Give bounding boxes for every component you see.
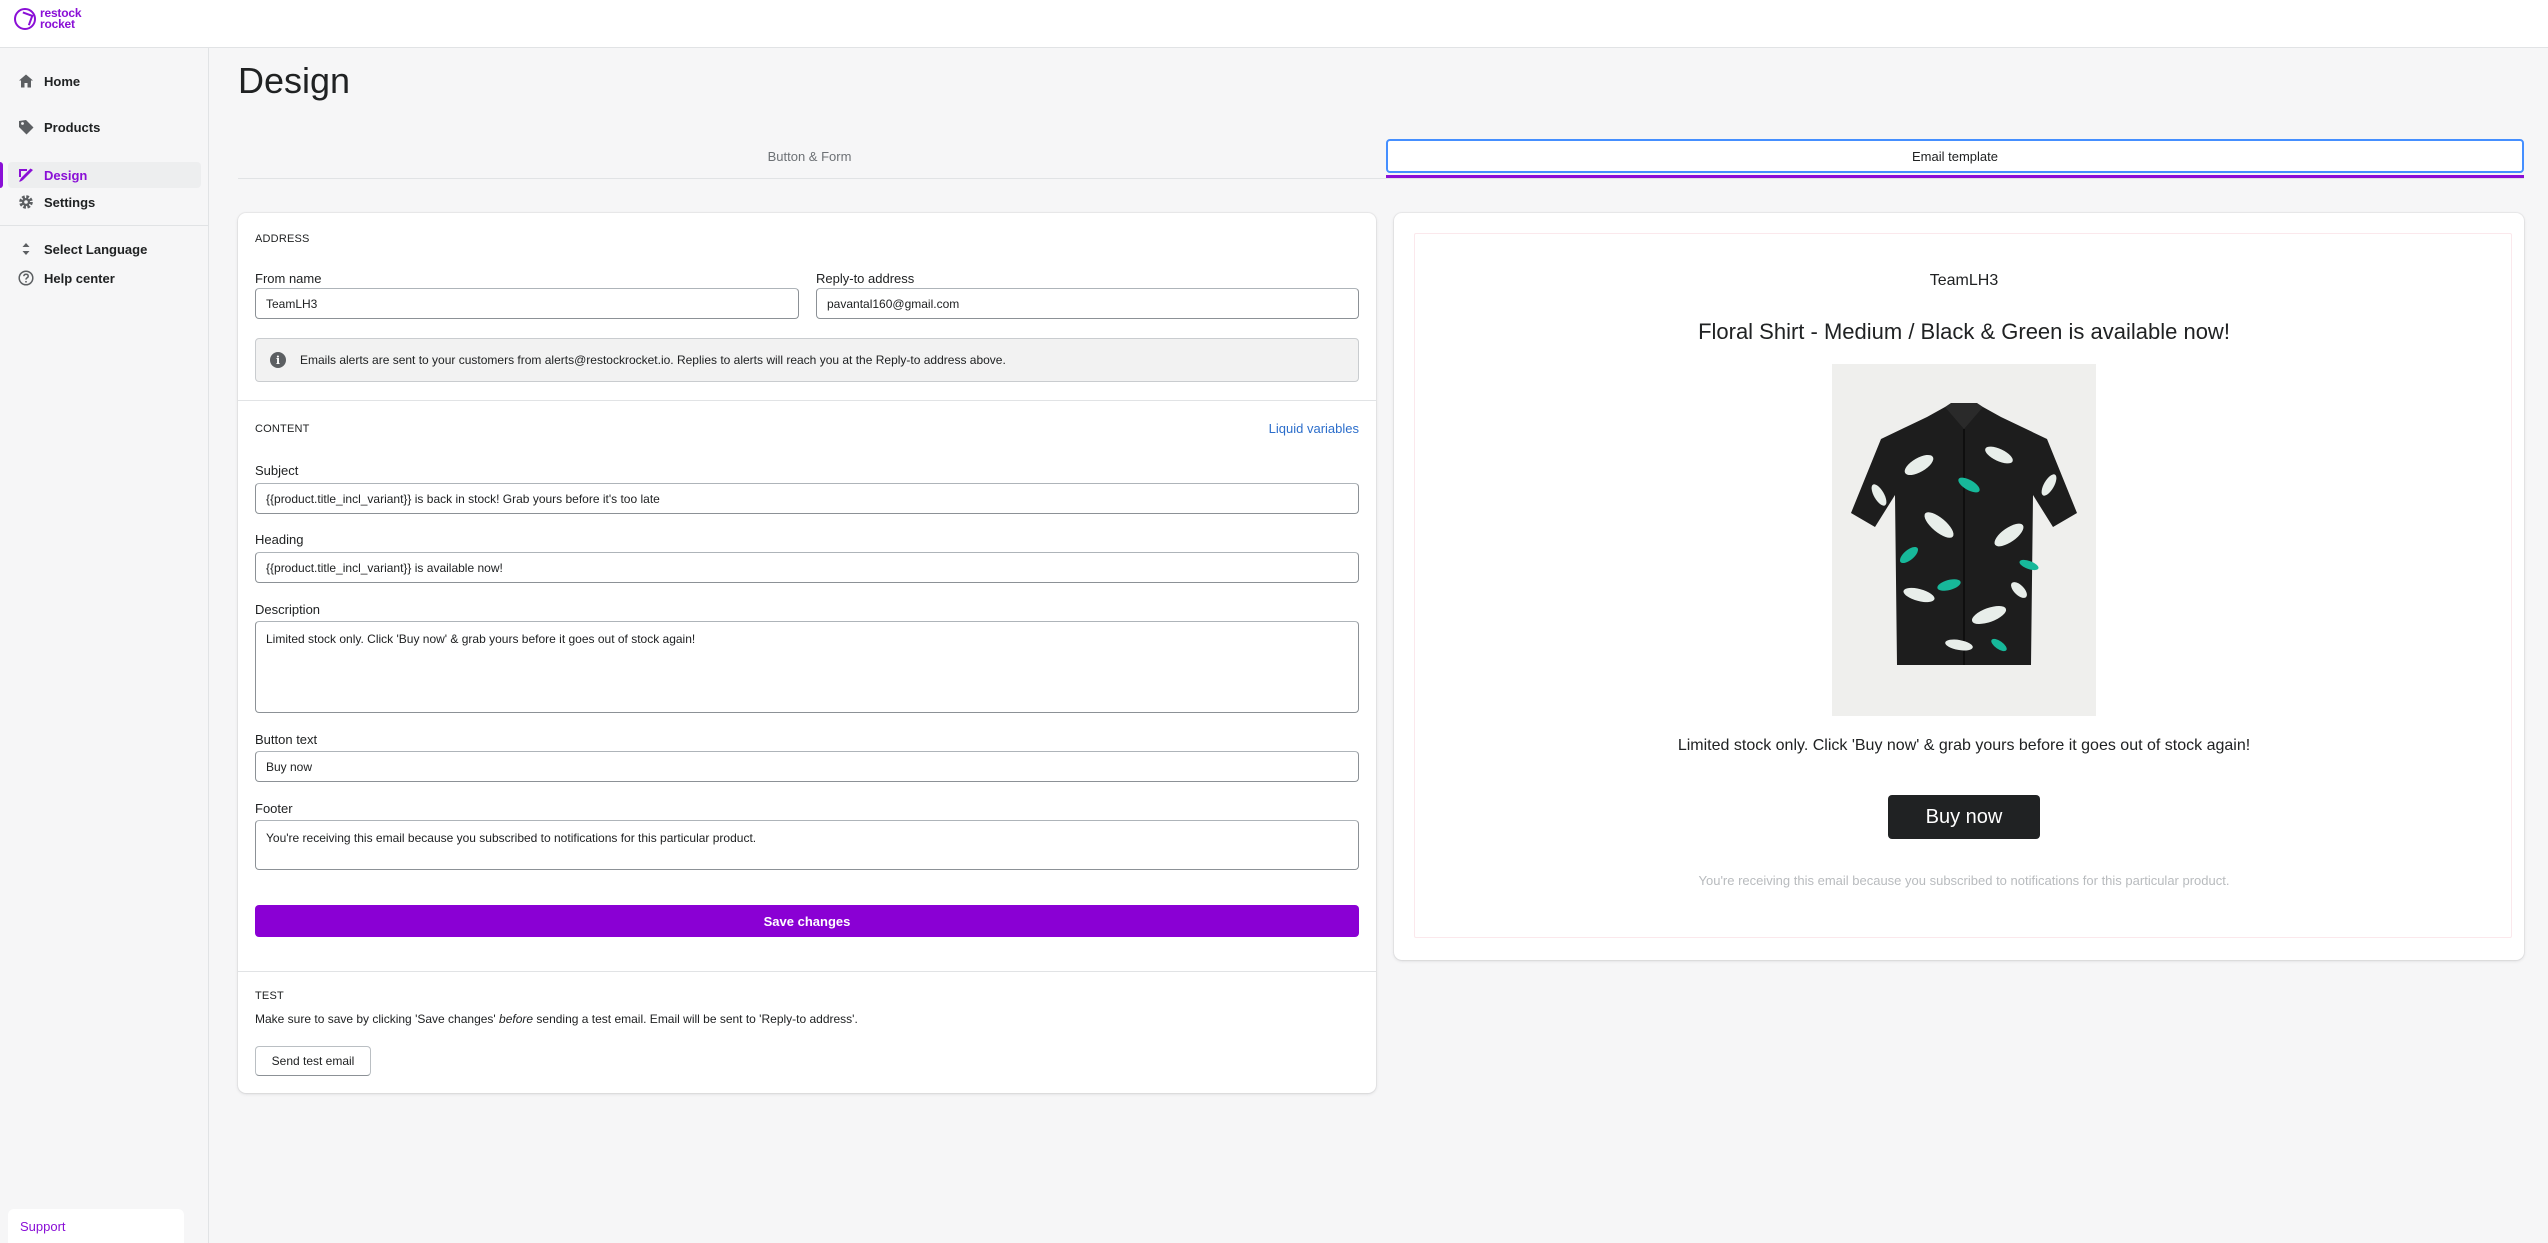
sidebar: Home Products Design Settings Select Lan…	[0, 48, 209, 1243]
sidebar-item-label: Settings	[44, 194, 96, 210]
restock-rocket-logo[interactable]: restock rocket	[14, 7, 81, 31]
product-image	[1832, 364, 2096, 716]
subject-input[interactable]	[255, 483, 1359, 514]
info-banner: i Emails alerts are sent to your custome…	[255, 338, 1359, 382]
test-help-text-before: Make sure to save by clicking 'Save chan…	[255, 1012, 500, 1026]
address-section-title: ADDRESS	[255, 233, 310, 245]
liquid-variables-link[interactable]: Liquid variables	[1269, 421, 1359, 436]
preview-description: Limited stock only. Click 'Buy now' & gr…	[1677, 737, 2251, 754]
floral-shirt-image	[1851, 403, 2077, 665]
question-icon	[8, 270, 44, 286]
tag-icon	[8, 119, 44, 135]
page-title: Design	[238, 60, 351, 101]
preview-footer: You're receiving this email because you …	[1698, 873, 2230, 888]
sort-icon	[8, 241, 44, 257]
logo-text: restock rocket	[40, 7, 81, 31]
heading-input[interactable]	[255, 552, 1359, 583]
from-name-label: From name	[255, 271, 322, 286]
test-section-title: TEST	[255, 990, 284, 1002]
info-banner-text: Emails alerts are sent to your customers…	[300, 353, 1006, 367]
subject-label: Subject	[255, 463, 299, 478]
sidebar-item-settings[interactable]: Settings	[8, 189, 201, 215]
reply-to-label: Reply-to address	[816, 271, 915, 286]
sidebar-divider	[0, 225, 209, 226]
reply-to-input[interactable]	[816, 288, 1359, 319]
sidebar-item-select-language[interactable]: Select Language	[8, 236, 201, 262]
heading-label: Heading	[255, 532, 304, 547]
footer-textarea[interactable]: You're receiving this email because you …	[255, 820, 1359, 870]
from-name-input[interactable]	[255, 288, 799, 319]
section-divider	[238, 971, 1376, 972]
email-preview: TeamLH3 Floral Shirt - Medium / Black & …	[1414, 233, 2512, 938]
sidebar-item-label: Design	[44, 167, 88, 183]
home-icon	[8, 73, 44, 89]
button-text-label: Button text	[255, 732, 318, 747]
email-preview-card: TeamLH3 Floral Shirt - Medium / Black & …	[1394, 213, 2524, 960]
top-bar: restock rocket	[0, 0, 2548, 48]
sidebar-item-label: Select Language	[44, 241, 148, 257]
gear-icon	[8, 194, 44, 210]
description-textarea[interactable]: Limited stock only. Click 'Buy now' & gr…	[255, 621, 1359, 713]
sidebar-item-home[interactable]: Home	[8, 68, 201, 94]
test-help-text-after: sending a test email. Email will be sent…	[533, 1012, 858, 1026]
sidebar-item-products[interactable]: Products	[8, 114, 201, 140]
preview-buy-now-button[interactable]: Buy now	[1888, 795, 2040, 839]
footer-label: Footer	[255, 801, 293, 816]
test-help-text-emphasis: before	[499, 1012, 534, 1026]
description-label: Description	[255, 602, 321, 617]
email-settings-card: ADDRESS From name Reply-to address i Ema…	[238, 213, 1376, 1093]
sidebar-item-label: Home	[44, 73, 81, 89]
sidebar-item-label: Products	[44, 119, 101, 135]
send-test-email-button[interactable]: Send test email	[255, 1046, 371, 1076]
preview-store-name: TeamLH3	[1929, 272, 1999, 289]
selected-tab-underline	[1386, 175, 2524, 178]
test-help-text: Make sure to save by clicking 'Save chan…	[255, 1012, 858, 1026]
brush-icon	[8, 167, 44, 183]
design-tabs: Button & Form Email template	[238, 137, 2524, 179]
rocket-logo-icon	[14, 8, 36, 30]
sidebar-item-design[interactable]: Design	[8, 162, 201, 188]
content-section-title: CONTENT	[255, 423, 310, 435]
save-changes-button[interactable]: Save changes	[255, 905, 1359, 937]
info-icon: i	[270, 352, 286, 368]
active-indicator	[0, 162, 3, 188]
section-divider	[238, 400, 1376, 401]
support-link[interactable]: Support	[8, 1209, 184, 1243]
button-text-input[interactable]	[255, 751, 1359, 782]
tab-button-and-form[interactable]: Button & Form	[238, 139, 1381, 173]
sidebar-item-label: Help center	[44, 270, 115, 286]
logo-line-2: rocket	[40, 17, 75, 31]
tab-email-template[interactable]: Email template	[1386, 139, 2524, 173]
sidebar-item-help-center[interactable]: Help center	[8, 265, 201, 291]
preview-heading: Floral Shirt - Medium / Black & Green is…	[1698, 319, 2230, 344]
